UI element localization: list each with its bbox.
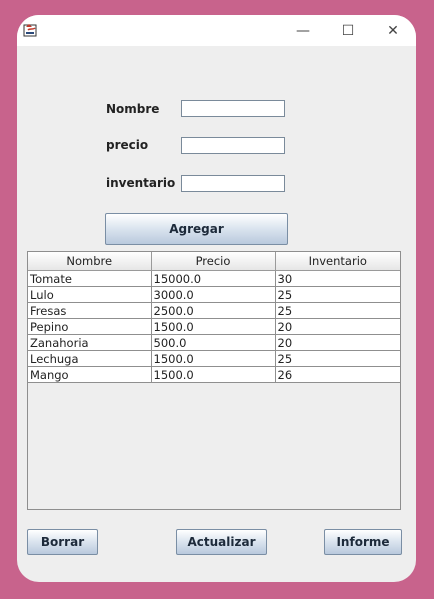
cell-nombre[interactable]: Mango [28, 366, 152, 383]
borrar-button[interactable]: Borrar [27, 529, 98, 555]
cell-inventario[interactable]: 25 [275, 350, 400, 367]
column-header-inventario[interactable]: Inventario [275, 252, 400, 271]
table-row[interactable]: Lulo 3000.0 25 [28, 286, 400, 303]
maximize-button[interactable]: ☐ [328, 18, 368, 44]
app-window: — ☐ ✕ Nombre precio inventario Agregar N… [17, 15, 416, 582]
table-row[interactable]: Mango 1500.0 26 [28, 366, 400, 383]
cell-inventario[interactable]: 30 [275, 270, 400, 287]
cell-precio[interactable]: 1500.0 [151, 318, 276, 335]
cell-inventario[interactable]: 20 [275, 334, 400, 351]
close-icon: ✕ [387, 23, 399, 39]
actualizar-button[interactable]: Actualizar [176, 529, 267, 555]
table-row[interactable]: Fresas 2500.0 25 [28, 302, 400, 319]
precio-input[interactable] [181, 137, 285, 154]
table-header-row: Nombre Precio Inventario [28, 252, 400, 271]
cell-nombre[interactable]: Pepino [28, 318, 152, 335]
java-app-icon [23, 24, 37, 37]
cell-inventario[interactable]: 20 [275, 318, 400, 335]
cell-nombre[interactable]: Lulo [28, 286, 152, 303]
minimize-button[interactable]: — [283, 18, 323, 44]
cell-nombre[interactable]: Lechuga [28, 350, 152, 367]
agregar-button[interactable]: Agregar [105, 213, 288, 245]
cell-precio[interactable]: 1500.0 [151, 366, 276, 383]
informe-button[interactable]: Informe [324, 529, 402, 555]
table-row[interactable]: Zanahoria 500.0 20 [28, 334, 400, 351]
cell-nombre[interactable]: Zanahoria [28, 334, 152, 351]
cell-nombre[interactable]: Tomate [28, 270, 152, 287]
column-header-nombre[interactable]: Nombre [28, 252, 152, 271]
cell-precio[interactable]: 15000.0 [151, 270, 276, 287]
cell-precio[interactable]: 2500.0 [151, 302, 276, 319]
products-table: Nombre Precio Inventario Tomate 15000.0 … [27, 251, 401, 510]
table-row[interactable]: Tomate 15000.0 30 [28, 270, 400, 287]
table-row[interactable]: Lechuga 1500.0 25 [28, 350, 400, 367]
inventario-input[interactable] [181, 175, 285, 192]
cell-precio[interactable]: 500.0 [151, 334, 276, 351]
inventario-label: inventario [106, 176, 176, 190]
cell-precio[interactable]: 3000.0 [151, 286, 276, 303]
cell-inventario[interactable]: 25 [275, 302, 400, 319]
maximize-icon: ☐ [341, 23, 355, 39]
precio-label: precio [106, 138, 149, 152]
title-bar: — ☐ ✕ [17, 15, 416, 46]
cell-inventario[interactable]: 25 [275, 286, 400, 303]
nombre-input[interactable] [181, 100, 285, 117]
cell-precio[interactable]: 1500.0 [151, 350, 276, 367]
close-button[interactable]: ✕ [373, 18, 413, 44]
table-row[interactable]: Pepino 1500.0 20 [28, 318, 400, 335]
cell-inventario[interactable]: 26 [275, 366, 400, 383]
nombre-label: Nombre [106, 102, 160, 116]
minimize-icon: — [296, 23, 310, 39]
column-header-precio[interactable]: Precio [151, 252, 276, 271]
cell-nombre[interactable]: Fresas [28, 302, 152, 319]
